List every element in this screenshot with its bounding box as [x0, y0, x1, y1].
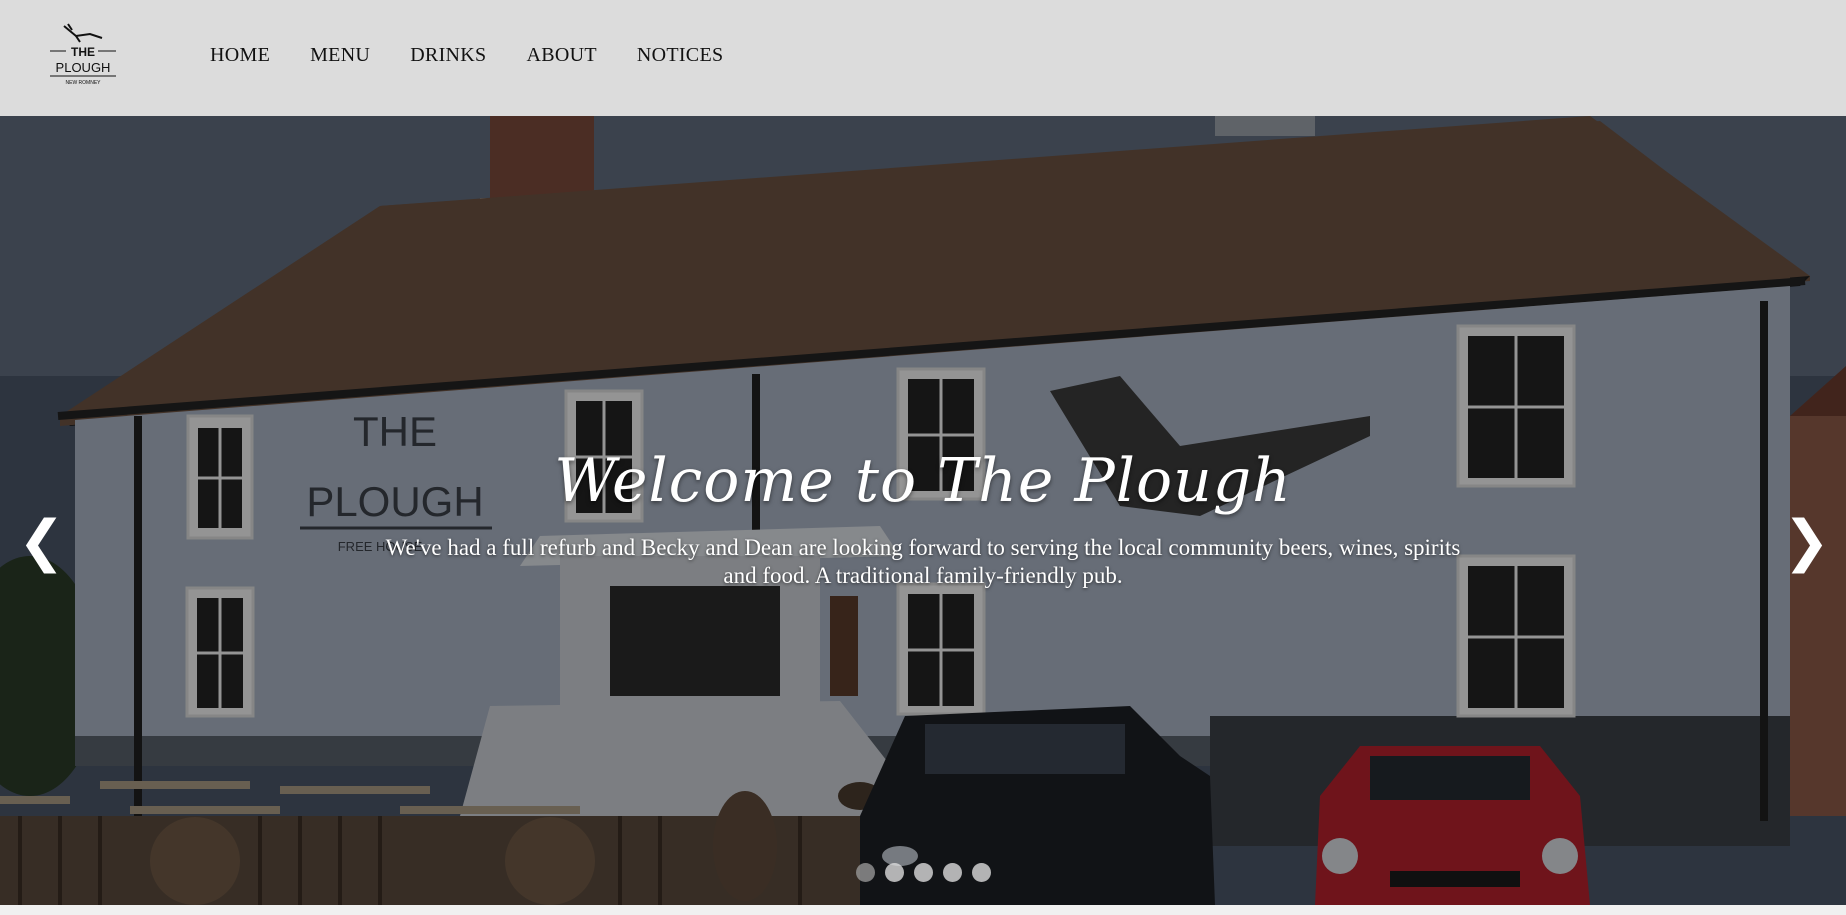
nav-drinks[interactable]: DRINKS: [410, 44, 486, 67]
logo-plough: PLOUGH: [56, 60, 111, 75]
carousel-dot[interactable]: [972, 863, 991, 882]
hero-carousel: THE PLOUGH FREE HOUSE Welcome to The Plo…: [0, 116, 1846, 905]
carousel-dot[interactable]: [856, 863, 875, 882]
main-nav: HOME MENU DRINKS ABOUT NOTICES: [210, 44, 763, 67]
carousel-indicators: [856, 863, 1001, 882]
hero-caption: Welcome to The Plough We've had a full r…: [0, 446, 1846, 590]
nav-home[interactable]: HOME: [210, 44, 270, 67]
hero-description: We've had a full refurb and Becky and De…: [385, 535, 1461, 588]
logo-location: NEW ROMNEY: [66, 80, 102, 86]
logo-the: THE: [71, 45, 95, 59]
nav-notices[interactable]: NOTICES: [637, 44, 724, 67]
carousel-next-button[interactable]: ❯: [1783, 512, 1830, 572]
site-logo[interactable]: THE PLOUGH NEW ROMNEY: [46, 20, 120, 86]
carousel-prev-button[interactable]: ❮: [18, 512, 65, 572]
carousel-dot[interactable]: [885, 863, 904, 882]
carousel-dot[interactable]: [914, 863, 933, 882]
nav-menu[interactable]: MENU: [310, 44, 370, 67]
plough-logo-icon: THE PLOUGH NEW ROMNEY: [50, 23, 116, 86]
page-bottom-strip: [0, 905, 1846, 915]
hero-title: Welcome to The Plough: [554, 446, 1292, 516]
site-header: THE PLOUGH NEW ROMNEY HOME MENU DRINKS A…: [0, 0, 1846, 116]
nav-about[interactable]: ABOUT: [526, 44, 596, 67]
carousel-dot[interactable]: [943, 863, 962, 882]
